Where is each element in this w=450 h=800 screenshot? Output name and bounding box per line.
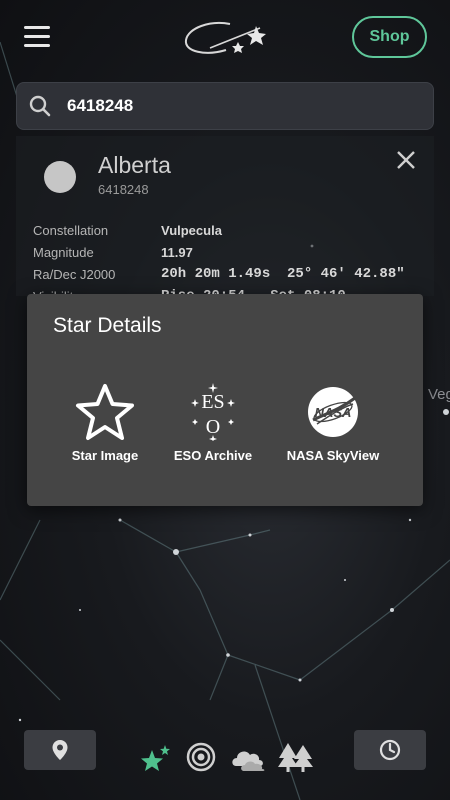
constellation-value: Vulpecula xyxy=(161,223,222,238)
search-input[interactable] xyxy=(67,96,397,116)
shooting-star-logo xyxy=(184,22,266,54)
search-icon xyxy=(29,95,51,117)
star-image-option[interactable]: Star Image xyxy=(45,382,165,472)
star-image-label: Star Image xyxy=(71,448,139,463)
close-icon[interactable] xyxy=(394,148,418,172)
eso-logo-icon: ES O xyxy=(191,383,235,441)
clouds-icon[interactable] xyxy=(230,744,268,772)
star-details-dialog: Star Details Star Image ES O ESO Archive… xyxy=(27,294,423,506)
svg-text:O: O xyxy=(206,416,220,438)
clock-icon xyxy=(379,739,401,761)
magnitude-value: 11.97 xyxy=(161,245,193,260)
stars-icon[interactable] xyxy=(140,744,172,774)
constellation-label: Constellation xyxy=(33,223,109,238)
star-name: Alberta xyxy=(98,152,171,178)
magnitude-label: Magnitude xyxy=(33,245,94,260)
location-button[interactable] xyxy=(24,730,96,770)
eso-archive-label: ESO Archive xyxy=(173,448,253,463)
star-outline-icon xyxy=(76,384,134,440)
search-bar[interactable] xyxy=(16,82,434,130)
shop-button[interactable]: Shop xyxy=(352,16,427,58)
nasa-logo-icon: NASA xyxy=(308,387,358,437)
star-info-card: Alberta 6418248 Constellation Vulpecula … xyxy=(16,136,434,304)
hamburger-menu-icon[interactable] xyxy=(24,26,50,48)
trees-icon[interactable] xyxy=(278,742,314,772)
star-color-dot xyxy=(44,161,76,193)
nasa-skyview-label: NASA SkyView xyxy=(286,448,380,463)
radec-value: 20h 20m 1.49s 25° 46' 42.88" xyxy=(161,266,405,282)
eso-archive-option[interactable]: ES O ESO Archive xyxy=(153,382,273,472)
location-pin-icon xyxy=(52,740,68,760)
planet-rings-icon[interactable] xyxy=(186,742,216,772)
svg-text:ES: ES xyxy=(201,391,224,413)
nasa-skyview-option[interactable]: NASA NASA SkyView xyxy=(273,382,393,472)
dialog-title: Star Details xyxy=(53,314,162,337)
radec-label: Ra/Dec J2000 xyxy=(33,267,116,282)
sky-label-vega: Veg xyxy=(428,386,450,403)
time-button[interactable] xyxy=(354,730,426,770)
svg-text:NASA: NASA xyxy=(315,405,352,420)
star-id: 6418248 xyxy=(98,182,149,197)
